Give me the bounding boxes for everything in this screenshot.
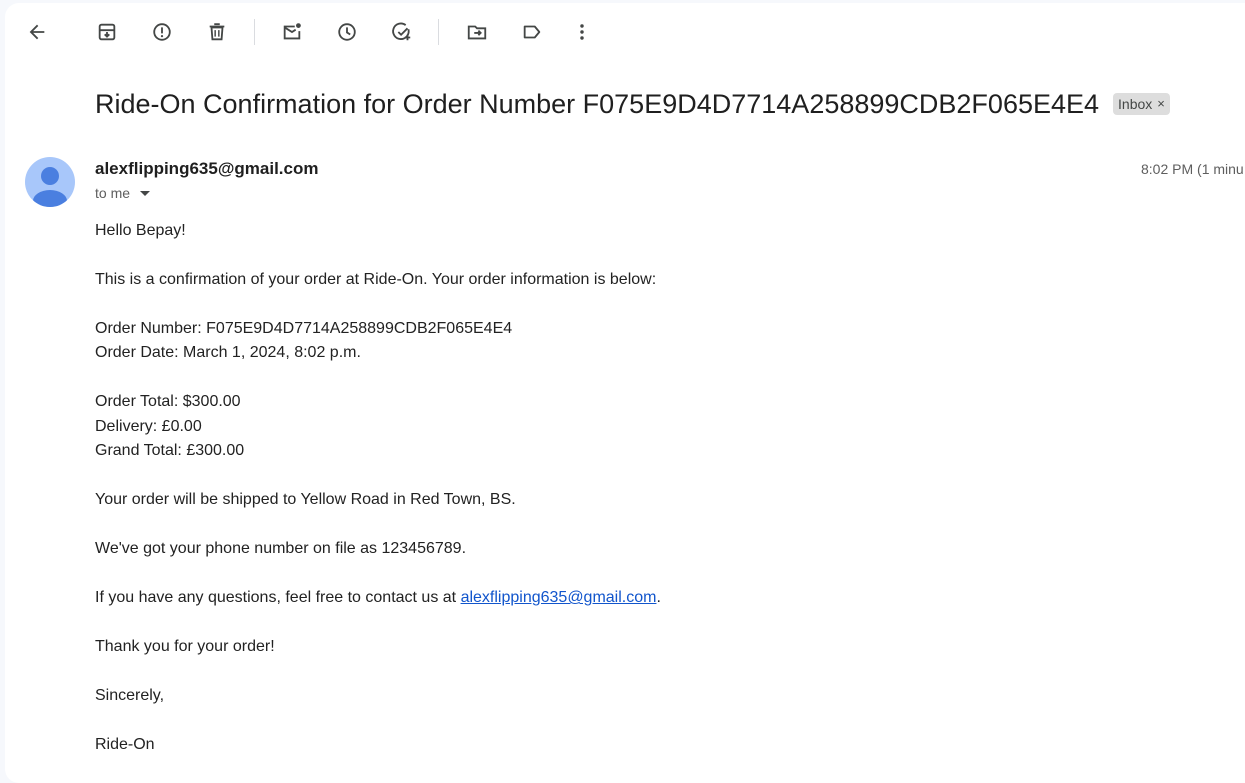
email-view-panel: Ride-On Confirmation for Order Number F0… (5, 3, 1245, 783)
mark-unread-icon (283, 23, 301, 40)
thanks-line: Thank you for your order! (95, 638, 275, 656)
toolbar-divider (254, 19, 255, 45)
intro-line: This is a confirmation of your order at … (95, 271, 657, 288)
recipient-text: to me (95, 185, 131, 201)
report-spam-icon (153, 23, 171, 41)
person-icon (33, 167, 67, 207)
contact-email-link[interactable]: alexflipping635@gmail.com (461, 589, 657, 606)
report-spam-button[interactable] (144, 14, 180, 50)
show-details-chevron-down-icon[interactable] (140, 190, 151, 196)
questions-line: If you have any questions, feel free to … (95, 586, 1195, 610)
email-timestamp: 8:02 PM (1 minu (1141, 161, 1244, 177)
inbox-label-chip[interactable]: Inbox × (1113, 92, 1170, 115)
add-task-button[interactable] (384, 14, 420, 50)
toolbar-divider (438, 19, 439, 45)
sender-avatar[interactable] (25, 157, 75, 207)
order-total-line: Order Total: $300.00 (95, 393, 241, 411)
email-subject: Ride-On Confirmation for Order Number F0… (95, 89, 1170, 120)
questions-suffix: . (656, 589, 661, 607)
email-toolbar (5, 3, 1245, 61)
recipient-line: to me (95, 185, 151, 201)
grand-total-line: Grand Total: £300.00 (95, 442, 245, 460)
questions-prefix: If you have any questions, feel free to … (95, 589, 461, 607)
more-button[interactable] (564, 14, 600, 50)
email-body: Hello Bepay! This is a confirmation of y… (95, 219, 1195, 758)
sender-address[interactable]: alexflipping635@gmail.com (95, 159, 318, 179)
delete-icon (209, 23, 225, 41)
signature-line: Ride-On (95, 736, 155, 754)
more-icon (580, 24, 584, 40)
back-icon (29, 24, 45, 40)
shipping-line: Your order will be shipped to Yellow Roa… (95, 491, 516, 509)
snooze-button[interactable] (329, 14, 365, 50)
back-button[interactable] (19, 14, 55, 50)
mark-unread-button[interactable] (274, 14, 310, 50)
label-icon (523, 25, 541, 39)
archive-icon (98, 23, 116, 41)
subject-text: Ride-On Confirmation for Order Number F0… (95, 89, 1100, 119)
snooze-icon (338, 23, 356, 41)
delete-button[interactable] (199, 14, 235, 50)
move-to-icon (467, 25, 487, 40)
label-button[interactable] (514, 14, 550, 50)
label-chip-text: Inbox (1118, 95, 1153, 112)
phone-line: We've got your phone number on file as 1… (95, 540, 467, 558)
order-number-line: Order Number: F075E9D4D7714A258899CDB2F0… (95, 320, 513, 337)
delivery-line: Delivery: £0.00 (95, 417, 202, 435)
greeting-line: Hello Bepay! (95, 222, 186, 239)
closing-line: Sincerely, (95, 687, 165, 705)
order-date-line: Order Date: March 1, 2024, 8:02 p.m. (95, 344, 361, 362)
archive-button[interactable] (89, 14, 125, 50)
move-to-button[interactable] (459, 14, 495, 50)
add-task-icon (392, 22, 411, 41)
remove-label-icon[interactable]: × (1157, 96, 1165, 111)
